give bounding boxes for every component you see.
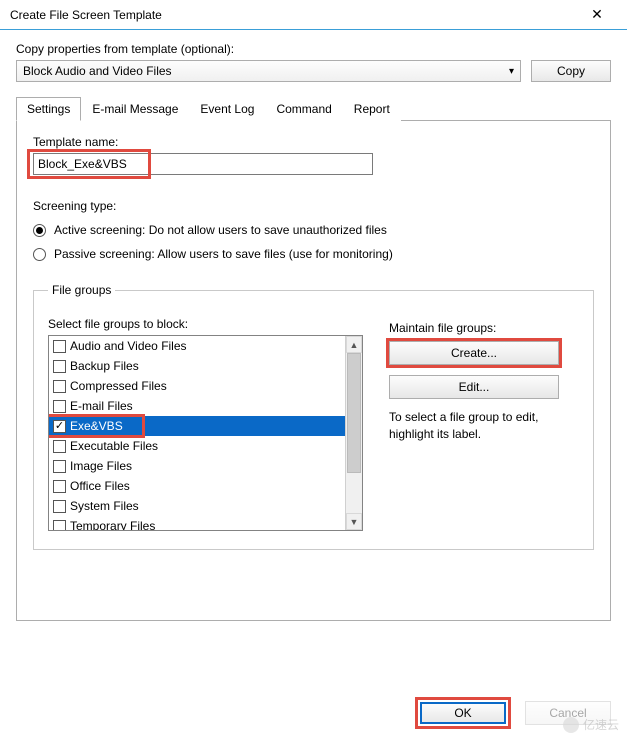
checkbox[interactable] <box>53 420 66 433</box>
list-item[interactable]: System Files <box>49 496 345 516</box>
chevron-down-icon: ▾ <box>509 66 514 77</box>
list-item-label: E-mail Files <box>70 399 133 413</box>
scroll-thumb[interactable] <box>347 353 361 473</box>
list-item[interactable]: Audio and Video Files <box>49 336 345 356</box>
file-groups-listbox[interactable]: Audio and Video Files Backup Files Compr… <box>48 335 363 531</box>
template-source-combo[interactable]: Block Audio and Video Files ▾ <box>16 60 521 82</box>
ok-button[interactable]: OK <box>420 702 506 724</box>
template-name-input[interactable] <box>33 153 373 175</box>
list-item-label: Compressed Files <box>70 379 167 393</box>
tab-email-message[interactable]: E-mail Message <box>81 97 189 121</box>
watermark-icon <box>563 717 579 733</box>
close-button[interactable]: ✕ <box>577 0 617 30</box>
tab-command[interactable]: Command <box>265 97 342 121</box>
checkbox[interactable] <box>53 400 66 413</box>
watermark: 亿速云 <box>563 716 619 733</box>
checkbox[interactable] <box>53 480 66 493</box>
checkbox[interactable] <box>53 440 66 453</box>
scroll-down-icon[interactable]: ▼ <box>346 513 362 530</box>
checkbox[interactable] <box>53 500 66 513</box>
file-groups-legend: File groups <box>48 283 115 297</box>
scroll-up-icon[interactable]: ▲ <box>346 336 362 353</box>
window-title: Create File Screen Template <box>10 8 577 22</box>
edit-button[interactable]: Edit... <box>389 375 559 399</box>
screening-type-label: Screening type: <box>33 199 594 213</box>
hint-text: To select a file group to edit, highligh… <box>389 409 579 443</box>
list-item[interactable]: E-mail Files <box>49 396 345 416</box>
list-item-label: Office Files <box>70 479 130 493</box>
radio-passive-label: Passive screening: Allow users to save f… <box>54 247 393 261</box>
list-item[interactable]: Exe&VBS <box>49 416 345 436</box>
checkbox[interactable] <box>53 340 66 353</box>
combo-selected-text: Block Audio and Video Files <box>23 64 509 78</box>
checkbox[interactable] <box>53 460 66 473</box>
highlight-box: OK <box>415 697 511 729</box>
radio-active-screening[interactable] <box>33 224 46 237</box>
list-items: Audio and Video Files Backup Files Compr… <box>49 336 345 530</box>
list-item[interactable]: Image Files <box>49 456 345 476</box>
list-item[interactable]: Office Files <box>49 476 345 496</box>
copy-button[interactable]: Copy <box>531 60 611 82</box>
checkbox[interactable] <box>53 520 66 531</box>
tab-event-log[interactable]: Event Log <box>189 97 265 121</box>
settings-panel: Template name: Screening type: Active sc… <box>16 121 611 621</box>
list-item[interactable]: Temporary Files <box>49 516 345 530</box>
list-item[interactable]: Compressed Files <box>49 376 345 396</box>
list-item-label: Temporary Files <box>70 519 155 530</box>
list-item-label: Backup Files <box>70 359 139 373</box>
copy-label: Copy properties from template (optional)… <box>16 42 611 56</box>
radio-active-label: Active screening: Do not allow users to … <box>54 223 387 237</box>
radio-passive-screening[interactable] <box>33 248 46 261</box>
dialog-content: Copy properties from template (optional)… <box>0 30 627 633</box>
list-item-label: System Files <box>70 499 139 513</box>
list-item[interactable]: Backup Files <box>49 356 345 376</box>
tabs: Settings E-mail Message Event Log Comman… <box>16 96 611 121</box>
list-item-label: Image Files <box>70 459 132 473</box>
file-groups-fieldset: File groups Select file groups to block:… <box>33 283 594 550</box>
checkbox[interactable] <box>53 380 66 393</box>
scrollbar[interactable]: ▲ ▼ <box>345 336 362 530</box>
scroll-track[interactable] <box>346 353 362 513</box>
template-name-label: Template name: <box>33 135 594 149</box>
titlebar: Create File Screen Template ✕ <box>0 0 627 30</box>
create-button[interactable]: Create... <box>389 341 559 365</box>
list-item[interactable]: Executable Files <box>49 436 345 456</box>
select-file-groups-label: Select file groups to block: <box>48 317 363 331</box>
list-item-label: Executable Files <box>70 439 158 453</box>
tab-report[interactable]: Report <box>343 97 401 121</box>
maintain-label: Maintain file groups: <box>389 321 579 335</box>
watermark-text: 亿速云 <box>583 716 619 733</box>
list-item-label: Exe&VBS <box>70 419 123 433</box>
list-item-label: Audio and Video Files <box>70 339 187 353</box>
checkbox[interactable] <box>53 360 66 373</box>
tab-settings[interactable]: Settings <box>16 97 81 121</box>
